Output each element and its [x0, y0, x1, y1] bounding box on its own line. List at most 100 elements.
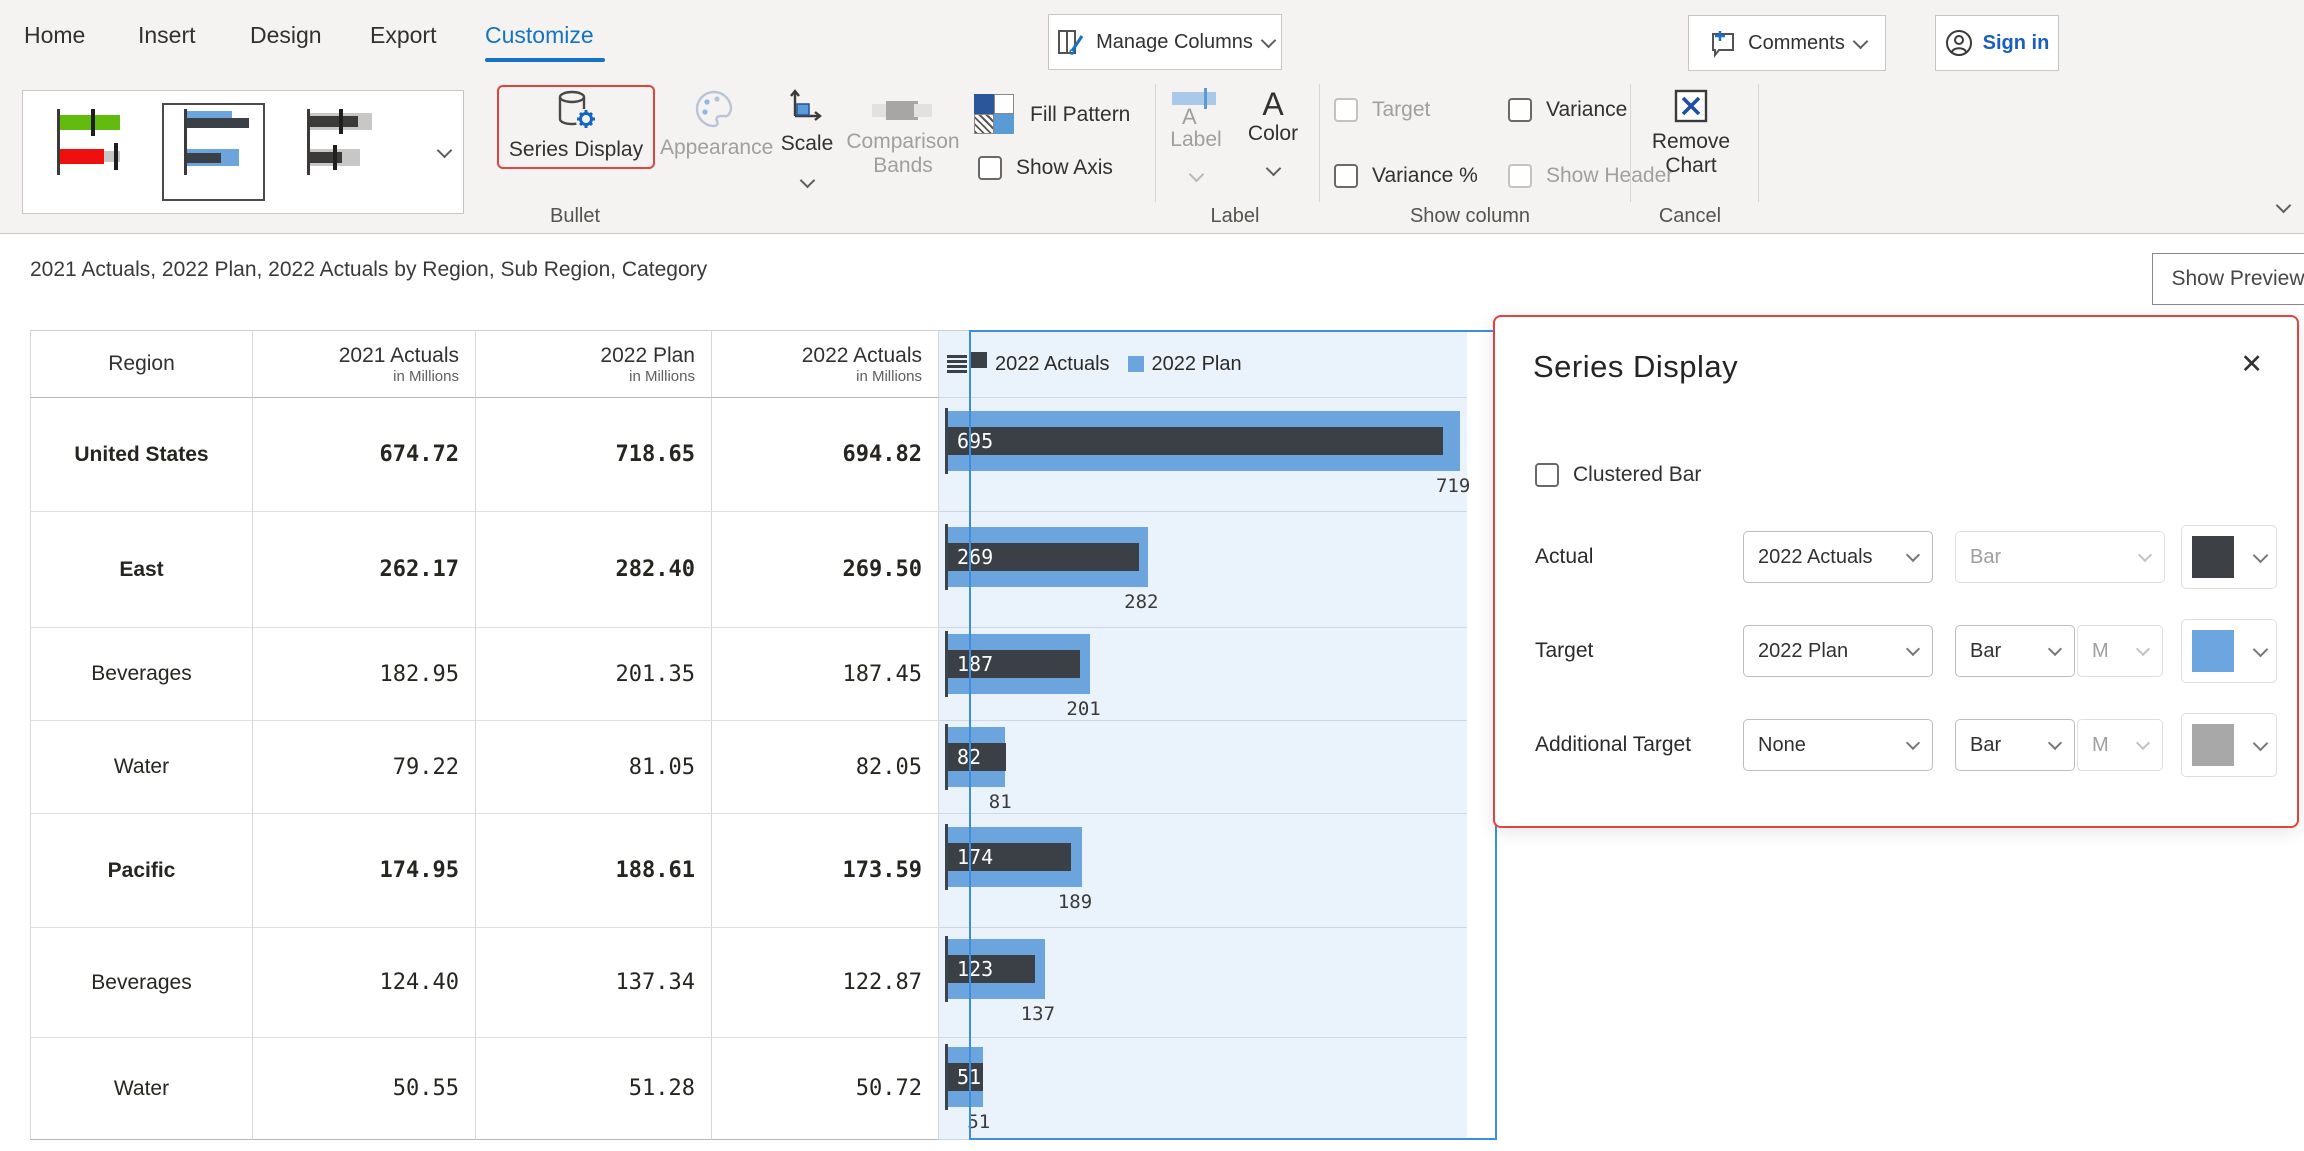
header-sublabel: in Millions: [629, 368, 695, 385]
tab-home[interactable]: Home: [24, 22, 85, 49]
comment-plus-icon: [1708, 28, 1738, 58]
color-button[interactable]: A Color: [1240, 86, 1306, 180]
checkbox-icon: [978, 156, 1002, 180]
header-label: Region: [108, 352, 175, 376]
chart-cell[interactable]: 695 719: [939, 398, 1467, 512]
gallery-thumb-bullet-plan[interactable]: [150, 91, 277, 213]
chevron-down-icon: [1188, 167, 1204, 183]
column-header-2021-actuals[interactable]: 2021 Actuals in Millions: [253, 330, 476, 398]
axis-line: [945, 936, 948, 1002]
table-cell: 187.45: [712, 628, 939, 721]
target-series-dropdown[interactable]: 2022 Plan: [1743, 625, 1933, 677]
column-header-2022-plan[interactable]: 2022 Plan in Millions: [476, 330, 712, 398]
chart-column-header[interactable]: 2022 Actuals 2022 Plan: [939, 330, 1467, 398]
table-cell: 269.50: [712, 512, 939, 628]
tab-customize[interactable]: Customize: [485, 22, 594, 49]
collapse-ribbon-button[interactable]: [2278, 198, 2289, 216]
column-header-2022-actuals[interactable]: 2022 Actuals in Millions: [712, 330, 939, 398]
show-preview-button[interactable]: Show Preview: [2152, 253, 2304, 305]
series-display-panel: Series Display ✕ Clustered Bar Actual 20…: [1493, 315, 2299, 828]
chart-cell[interactable]: 51 51: [939, 1038, 1467, 1140]
chart-cell[interactable]: 187 201: [939, 628, 1467, 721]
actual-value-label: 187: [957, 652, 993, 676]
table-cell: 173.59: [712, 814, 939, 928]
checkbox-icon: [1508, 164, 1532, 188]
remove-chart-button[interactable]: Remove Chart: [1648, 88, 1734, 178]
table-cell: 82.05: [712, 721, 939, 814]
chart-cell[interactable]: 82 81: [939, 721, 1467, 814]
appearance-button[interactable]: Appearance: [660, 88, 768, 160]
chart-subtitle: 2021 Actuals, 2022 Plan, 2022 Actuals by…: [30, 258, 707, 282]
additional-style-dropdown[interactable]: Bar: [1955, 719, 2075, 771]
actual-series-dropdown[interactable]: 2022 Actuals: [1743, 531, 1933, 583]
series-display-button[interactable]: Series Display: [505, 88, 647, 162]
tab-insert[interactable]: Insert: [138, 22, 196, 49]
bullet-bar: 174 189: [947, 827, 1460, 915]
clustered-bar-checkbox[interactable]: Clustered Bar: [1535, 463, 1701, 487]
actual-color-dropdown[interactable]: [2181, 525, 2277, 589]
sign-in-button[interactable]: Sign in: [1935, 15, 2059, 71]
header-sublabel: in Millions: [393, 368, 459, 385]
variance-checkbox[interactable]: Variance: [1508, 98, 1627, 122]
table-row-region: East: [30, 512, 253, 628]
gallery-thumb-bullet-variance[interactable]: [23, 91, 150, 213]
target-size-dropdown[interactable]: M: [2077, 625, 2163, 677]
header-sublabel: in Millions: [856, 368, 922, 385]
manage-columns-button[interactable]: Manage Columns: [1048, 14, 1282, 70]
chevron-down-icon: [2138, 548, 2152, 562]
show-axis-checkbox[interactable]: Show Axis: [978, 156, 1113, 180]
plan-value-label: 137: [1021, 1003, 1055, 1025]
column-header-region[interactable]: Region: [30, 330, 253, 398]
chevron-down-icon: [1853, 33, 1869, 49]
additional-size-dropdown[interactable]: M: [2077, 719, 2163, 771]
chevron-down-icon: [2136, 736, 2150, 750]
actual-bar: 123: [947, 955, 1035, 983]
clustered-bar-label: Clustered Bar: [1573, 463, 1701, 487]
close-icon[interactable]: ✕: [2240, 349, 2263, 380]
gallery-thumb-bullet-gray[interactable]: [277, 91, 404, 213]
show-preview-label: Show Preview: [2171, 267, 2304, 291]
legend-label-actuals: 2022 Actuals: [995, 353, 1110, 376]
active-tab-underline: [485, 58, 605, 62]
palette-icon: [693, 88, 735, 130]
chevron-down-icon: [2253, 735, 2269, 751]
additional-series-dropdown[interactable]: None: [1743, 719, 1933, 771]
label-button[interactable]: A Label: [1160, 90, 1232, 186]
variance-pct-label: Variance %: [1372, 164, 1478, 188]
tab-design[interactable]: Design: [250, 22, 322, 49]
table-cell: 174.95: [253, 814, 476, 928]
variance-label: Variance: [1546, 98, 1627, 122]
app-window: Home Insert Design Export Customize Mana…: [0, 0, 2304, 1151]
target-style-dropdown[interactable]: Bar: [1955, 625, 2075, 677]
chevron-down-icon: [1906, 642, 1920, 656]
chart-cell[interactable]: 269 282: [939, 512, 1467, 628]
actual-bar: 695: [947, 427, 1443, 455]
chart-style-gallery: [22, 90, 427, 214]
actual-style-dropdown[interactable]: Bar: [1955, 531, 2165, 583]
chart-cell[interactable]: 123 137: [939, 928, 1467, 1038]
panel-title: Series Display: [1533, 349, 1738, 385]
table-cell: 137.34: [476, 928, 712, 1038]
fill-pattern-button[interactable]: Fill Pattern: [974, 94, 1130, 136]
comments-button[interactable]: Comments: [1688, 15, 1886, 71]
actual-bar: 187: [947, 650, 1080, 678]
header-label: 2022 Plan: [600, 344, 695, 368]
gallery-expand-button[interactable]: [425, 90, 464, 214]
target-checkbox[interactable]: Target: [1334, 98, 1430, 122]
target-color-dropdown[interactable]: [2181, 619, 2277, 683]
scale-button[interactable]: Scale: [772, 88, 842, 192]
label-icon: A: [1160, 90, 1232, 128]
dropdown-value: Bar: [1970, 640, 2001, 663]
chart-cell[interactable]: 174 189: [939, 814, 1467, 928]
group-label-bullet: Bullet: [500, 205, 650, 228]
variance-pct-checkbox[interactable]: Variance %: [1334, 164, 1478, 188]
legend-swatch-actuals: [971, 352, 987, 368]
chevron-down-icon: [2276, 198, 2292, 214]
color-swatch: [2192, 724, 2234, 766]
additional-color-dropdown[interactable]: [2181, 713, 2277, 777]
chart-legend: 2022 Actuals 2022 Plan: [939, 353, 1242, 376]
table-cell: 51.28: [476, 1038, 712, 1140]
comparison-bands-button[interactable]: Comparison Bands: [842, 96, 964, 178]
tab-export[interactable]: Export: [370, 22, 436, 49]
legend-swatch-plan: [1128, 356, 1144, 372]
